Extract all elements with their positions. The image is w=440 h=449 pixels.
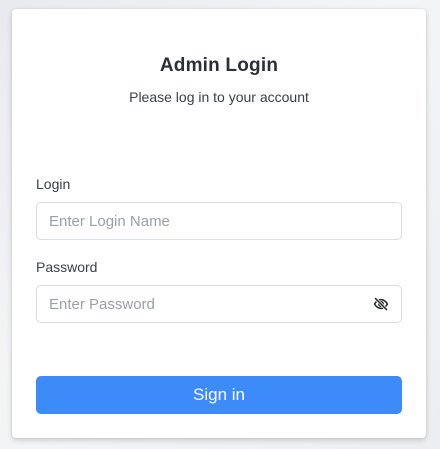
password-field[interactable] <box>36 285 402 323</box>
login-field[interactable] <box>36 202 402 240</box>
login-label: Login <box>36 176 71 192</box>
eye-off-icon-svg <box>373 297 389 311</box>
eye-off-icon[interactable] <box>373 296 389 312</box>
login-input[interactable] <box>49 203 359 239</box>
page-title: Admin Login <box>159 55 279 76</box>
password-label: Password <box>36 259 98 275</box>
sign-in-button[interactable]: Sign in <box>36 376 402 414</box>
login-card: Admin Login Please log in to your accoun… <box>12 9 426 438</box>
page-subtitle: Please log in to your account <box>129 89 309 105</box>
password-input[interactable] <box>49 286 359 322</box>
